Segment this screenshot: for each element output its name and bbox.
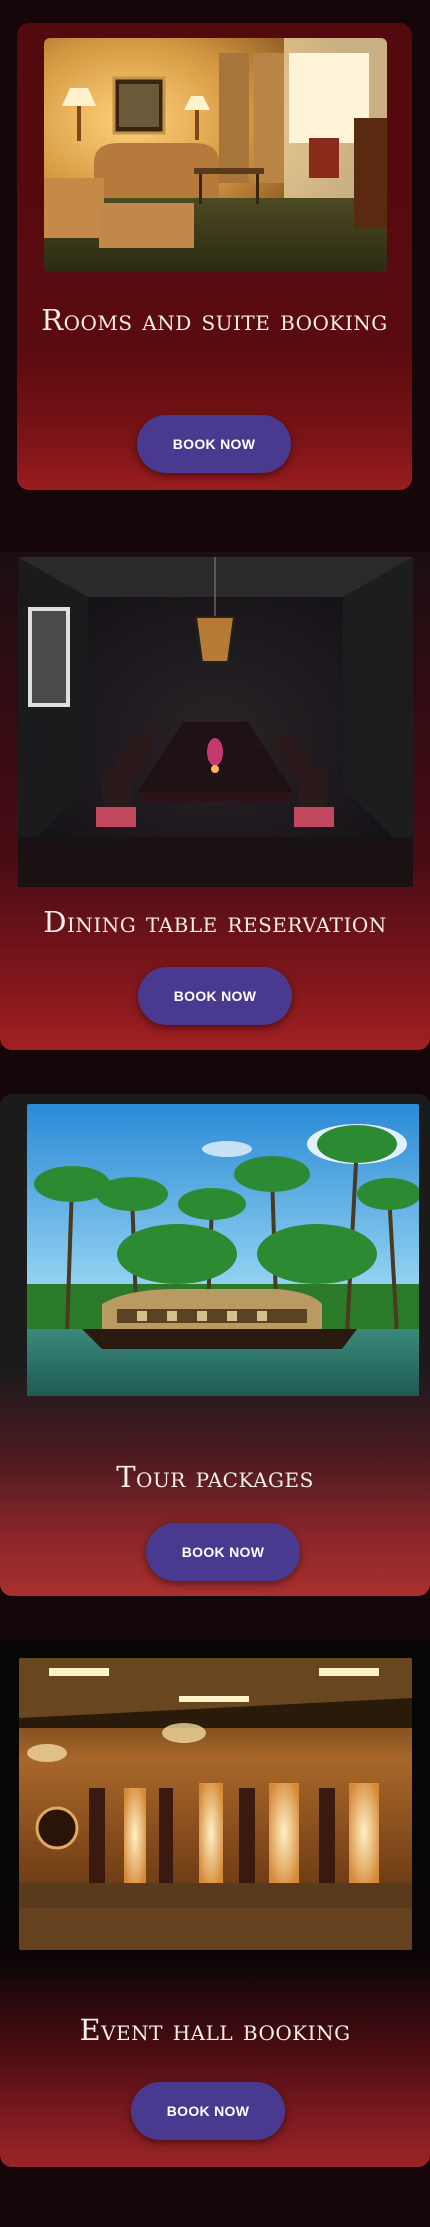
book-now-dining-button[interactable]: BOOK NOW: [138, 967, 292, 1025]
book-now-rooms-button[interactable]: BOOK NOW: [137, 415, 291, 473]
banquet-hall-photo: [19, 1658, 412, 1950]
dining-room-photo: [18, 557, 413, 887]
card-tour-packages: Tour packages BOOK NOW: [0, 1094, 430, 1596]
book-now-tour-button[interactable]: BOOK NOW: [146, 1523, 300, 1581]
houseboat-backwaters-photo: [27, 1104, 419, 1396]
book-now-event-button[interactable]: BOOK NOW: [131, 2082, 285, 2140]
card-dining-reservation: Dining table reservation BOOK NOW: [0, 552, 430, 1050]
card-title: Event hall booking: [79, 2013, 351, 2047]
card-title: Tour packages: [116, 1460, 314, 1494]
card-title: Rooms and suite booking: [41, 303, 388, 337]
card-event-hall-booking: Event hall booking BOOK NOW: [0, 1640, 430, 2167]
card-title: Dining table reservation: [43, 905, 387, 939]
hotel-room-photo: [44, 38, 387, 272]
card-rooms-booking: Rooms and suite booking BOOK NOW: [17, 23, 412, 490]
